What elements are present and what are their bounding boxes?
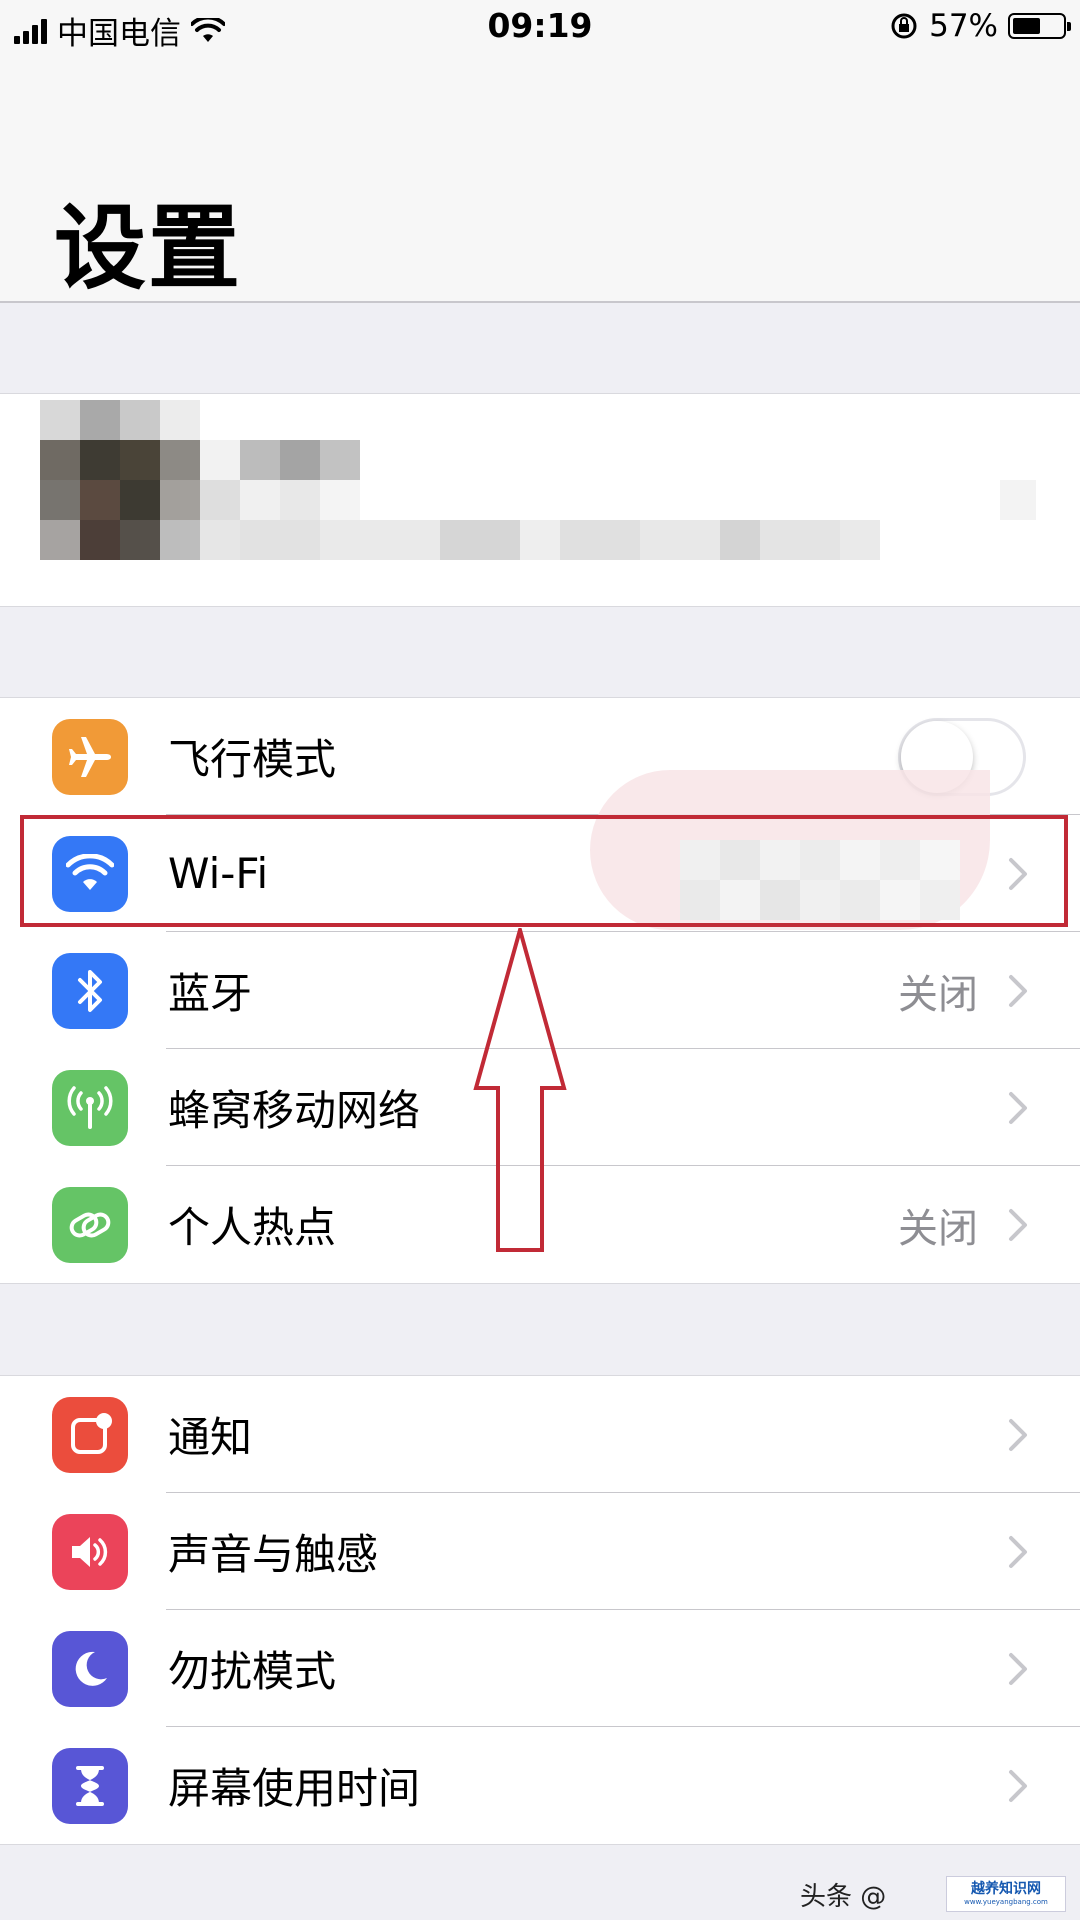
settings-row-label: 声音与触感 — [168, 1530, 379, 1579]
hourglass-icon — [52, 1747, 128, 1824]
watermark-logo-url: www.yueyangbang.com — [964, 1898, 1048, 1906]
apple-id-profile-cell[interactable] — [0, 393, 1080, 607]
settings-row-do-not-disturb[interactable]: 勿扰模式 — [0, 1610, 1080, 1727]
hotspot-chain-icon — [52, 1186, 128, 1263]
large-title-bar: 设置 — [0, 56, 1080, 303]
bluetooth-icon — [52, 952, 128, 1029]
watermark-logo-title: 越养知识网 — [971, 1881, 1041, 1897]
settings-row-label: 勿扰模式 — [168, 1647, 337, 1696]
chevron-right-icon — [1009, 974, 1027, 1007]
hotspot-status-value: 关闭 — [898, 1205, 978, 1252]
settings-row-notifications[interactable]: 通知 — [0, 1376, 1080, 1493]
battery-percent: 57% — [929, 8, 998, 44]
settings-row-label: 蓝牙 — [168, 969, 253, 1018]
airplane-icon — [52, 718, 128, 795]
chevron-right-icon — [1009, 1418, 1027, 1451]
bluetooth-status-value: 关闭 — [898, 971, 978, 1018]
up-arrow-annotation — [473, 928, 567, 1252]
chevron-right-icon — [1009, 1769, 1027, 1802]
moon-icon — [52, 1630, 128, 1707]
wifi-highlight-box — [20, 815, 1068, 927]
watermark-logo: 越养知识网 www.yueyangbang.com — [946, 1876, 1066, 1912]
chevron-right-icon — [1009, 1091, 1027, 1124]
status-bar: 中国电信 09:19 57% — [0, 0, 1080, 56]
rotation-lock-icon — [891, 13, 917, 39]
settings-row-sounds-haptics[interactable]: 声音与触感 — [0, 1493, 1080, 1610]
chevron-right-icon — [1009, 1652, 1027, 1685]
settings-row-screen-time[interactable]: 屏幕使用时间 — [0, 1727, 1080, 1844]
settings-row-label: 蜂窝移动网络 — [168, 1086, 421, 1135]
settings-row-label: 通知 — [168, 1413, 253, 1462]
settings-row-label: 屏幕使用时间 — [168, 1764, 421, 1813]
watermark-text: 头条 @ — [800, 1882, 887, 1912]
page-title: 设置 — [54, 195, 243, 302]
general-section: 通知 声音与触感 勿扰模式 屏幕使用时间 — [0, 1375, 1080, 1845]
settings-row-label: 个人热点 — [168, 1203, 337, 1252]
speaker-icon — [52, 1513, 128, 1590]
notifications-icon — [52, 1396, 128, 1473]
battery-icon — [1008, 13, 1071, 39]
settings-row-label: 飞行模式 — [168, 735, 337, 784]
chevron-right-icon — [1009, 1208, 1027, 1241]
chevron-right-icon — [1009, 1535, 1027, 1568]
cellular-antenna-icon — [52, 1069, 128, 1146]
